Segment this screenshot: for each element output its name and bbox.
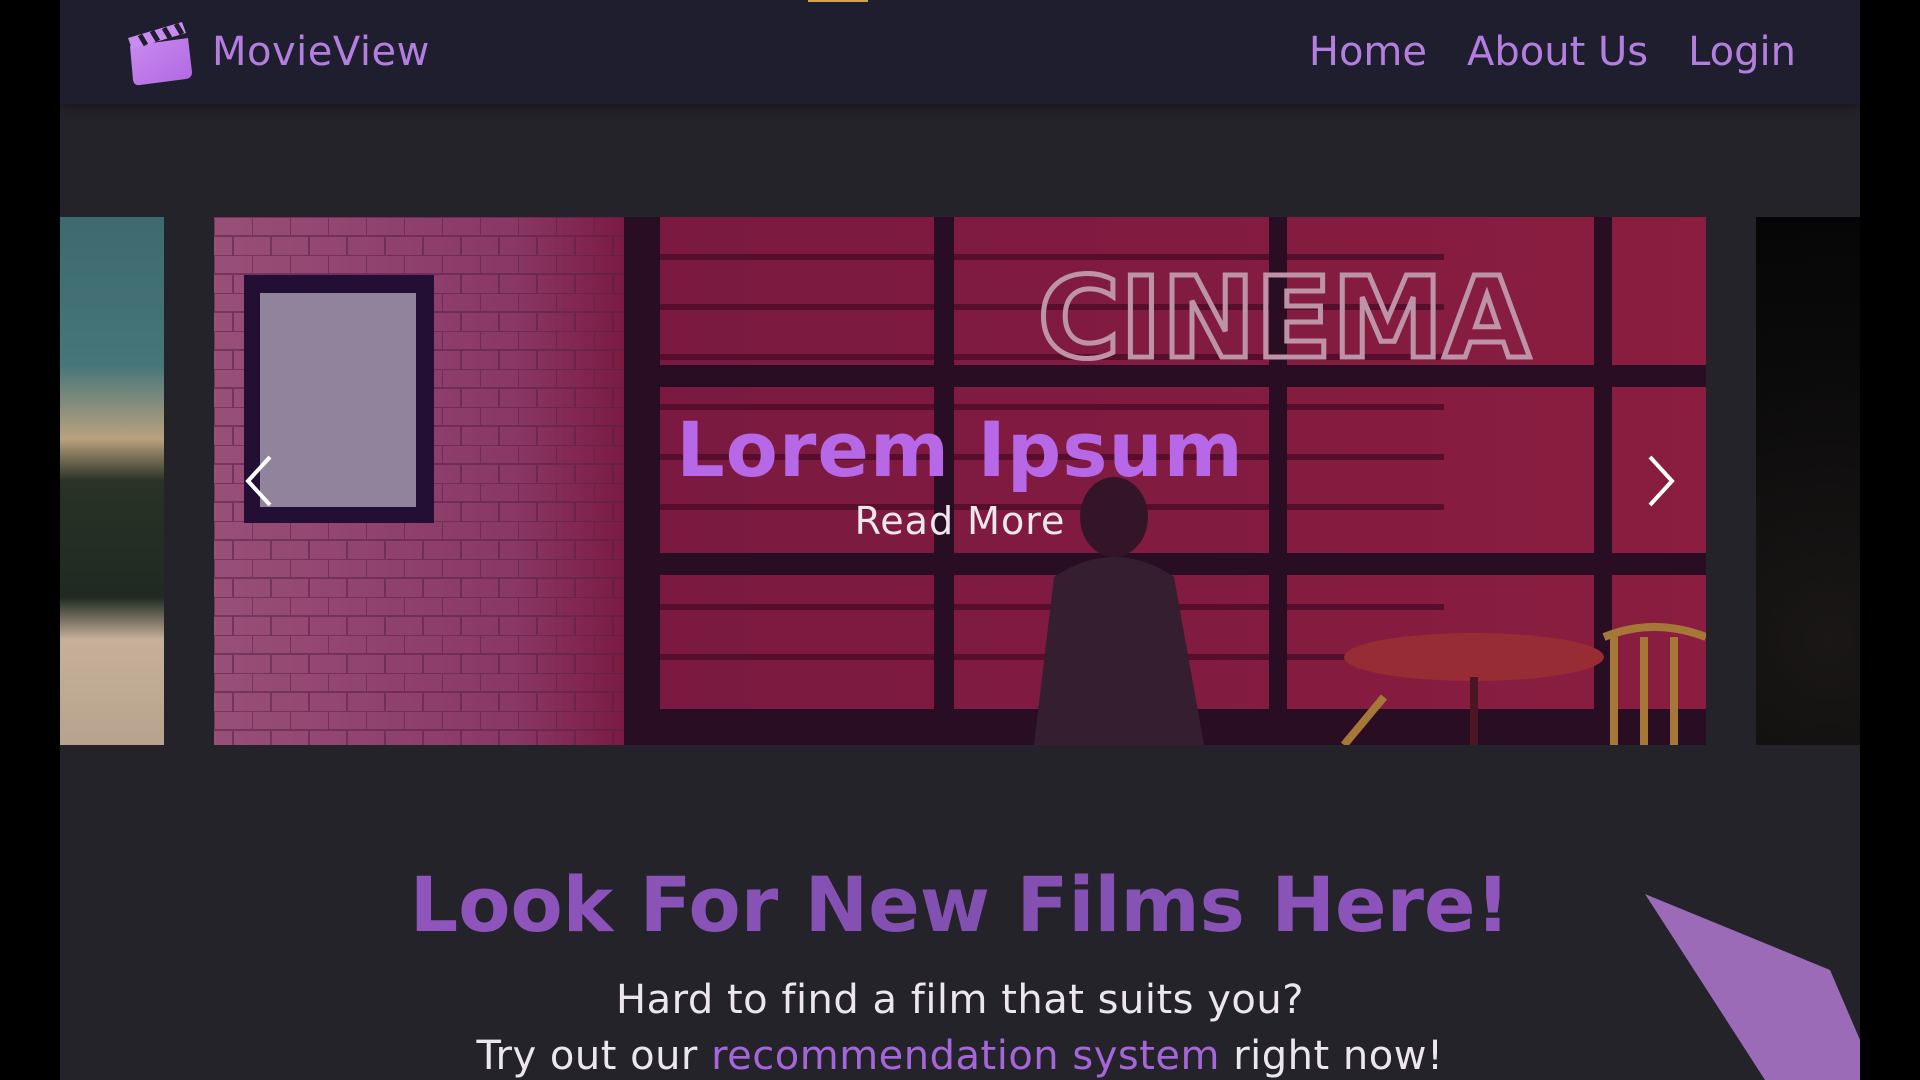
nav-link-home[interactable]: Home <box>1309 22 1427 82</box>
cta-text-before: Try out our <box>476 1033 712 1079</box>
carousel-next-button[interactable] <box>1630 451 1690 511</box>
nav-links: Home About Us Login <box>1309 22 1796 82</box>
carousel-prev-button[interactable] <box>230 451 290 511</box>
cta-text-after: right now! <box>1219 1033 1444 1079</box>
nav-link-about-us[interactable]: About Us <box>1467 22 1648 82</box>
clapperboard-icon <box>124 16 196 88</box>
page: MovieView Home About Us Login CINEMA Lor… <box>60 0 1860 1080</box>
chevron-right-icon <box>1648 455 1675 507</box>
intro-question: Hard to find a film that suits you? <box>616 977 1304 1023</box>
slide-title: Lorem Ipsum <box>676 405 1244 494</box>
nav-link-login[interactable]: Login <box>1688 22 1796 82</box>
carousel-slide-next-peek[interactable] <box>1756 217 1860 745</box>
read-more-link[interactable]: Read More <box>855 499 1066 543</box>
top-accent-line <box>808 0 868 2</box>
recommendation-system-link[interactable]: recommendation system <box>711 1033 1220 1079</box>
intro-heading: Look For New Films Here! <box>60 860 1860 950</box>
chevron-left-icon <box>245 455 272 507</box>
hero-carousel: CINEMA Lorem Ipsum Read More <box>60 217 1860 745</box>
carousel-slide-previous-peek[interactable] <box>60 217 164 745</box>
slide-caption: Lorem Ipsum Read More <box>214 405 1706 543</box>
carousel-slide-active: CINEMA Lorem Ipsum Read More <box>214 217 1706 745</box>
navbar: MovieView Home About Us Login <box>60 0 1860 104</box>
intro-call-to-action: Try out our recommendation system right … <box>60 1028 1860 1080</box>
decorative-corner-shape <box>1645 894 1860 1080</box>
brand-logo-link[interactable]: MovieView <box>124 14 430 90</box>
intro-section: Look For New Films Here! Hard to find a … <box>60 860 1860 1080</box>
brand-name: MovieView <box>212 29 430 75</box>
